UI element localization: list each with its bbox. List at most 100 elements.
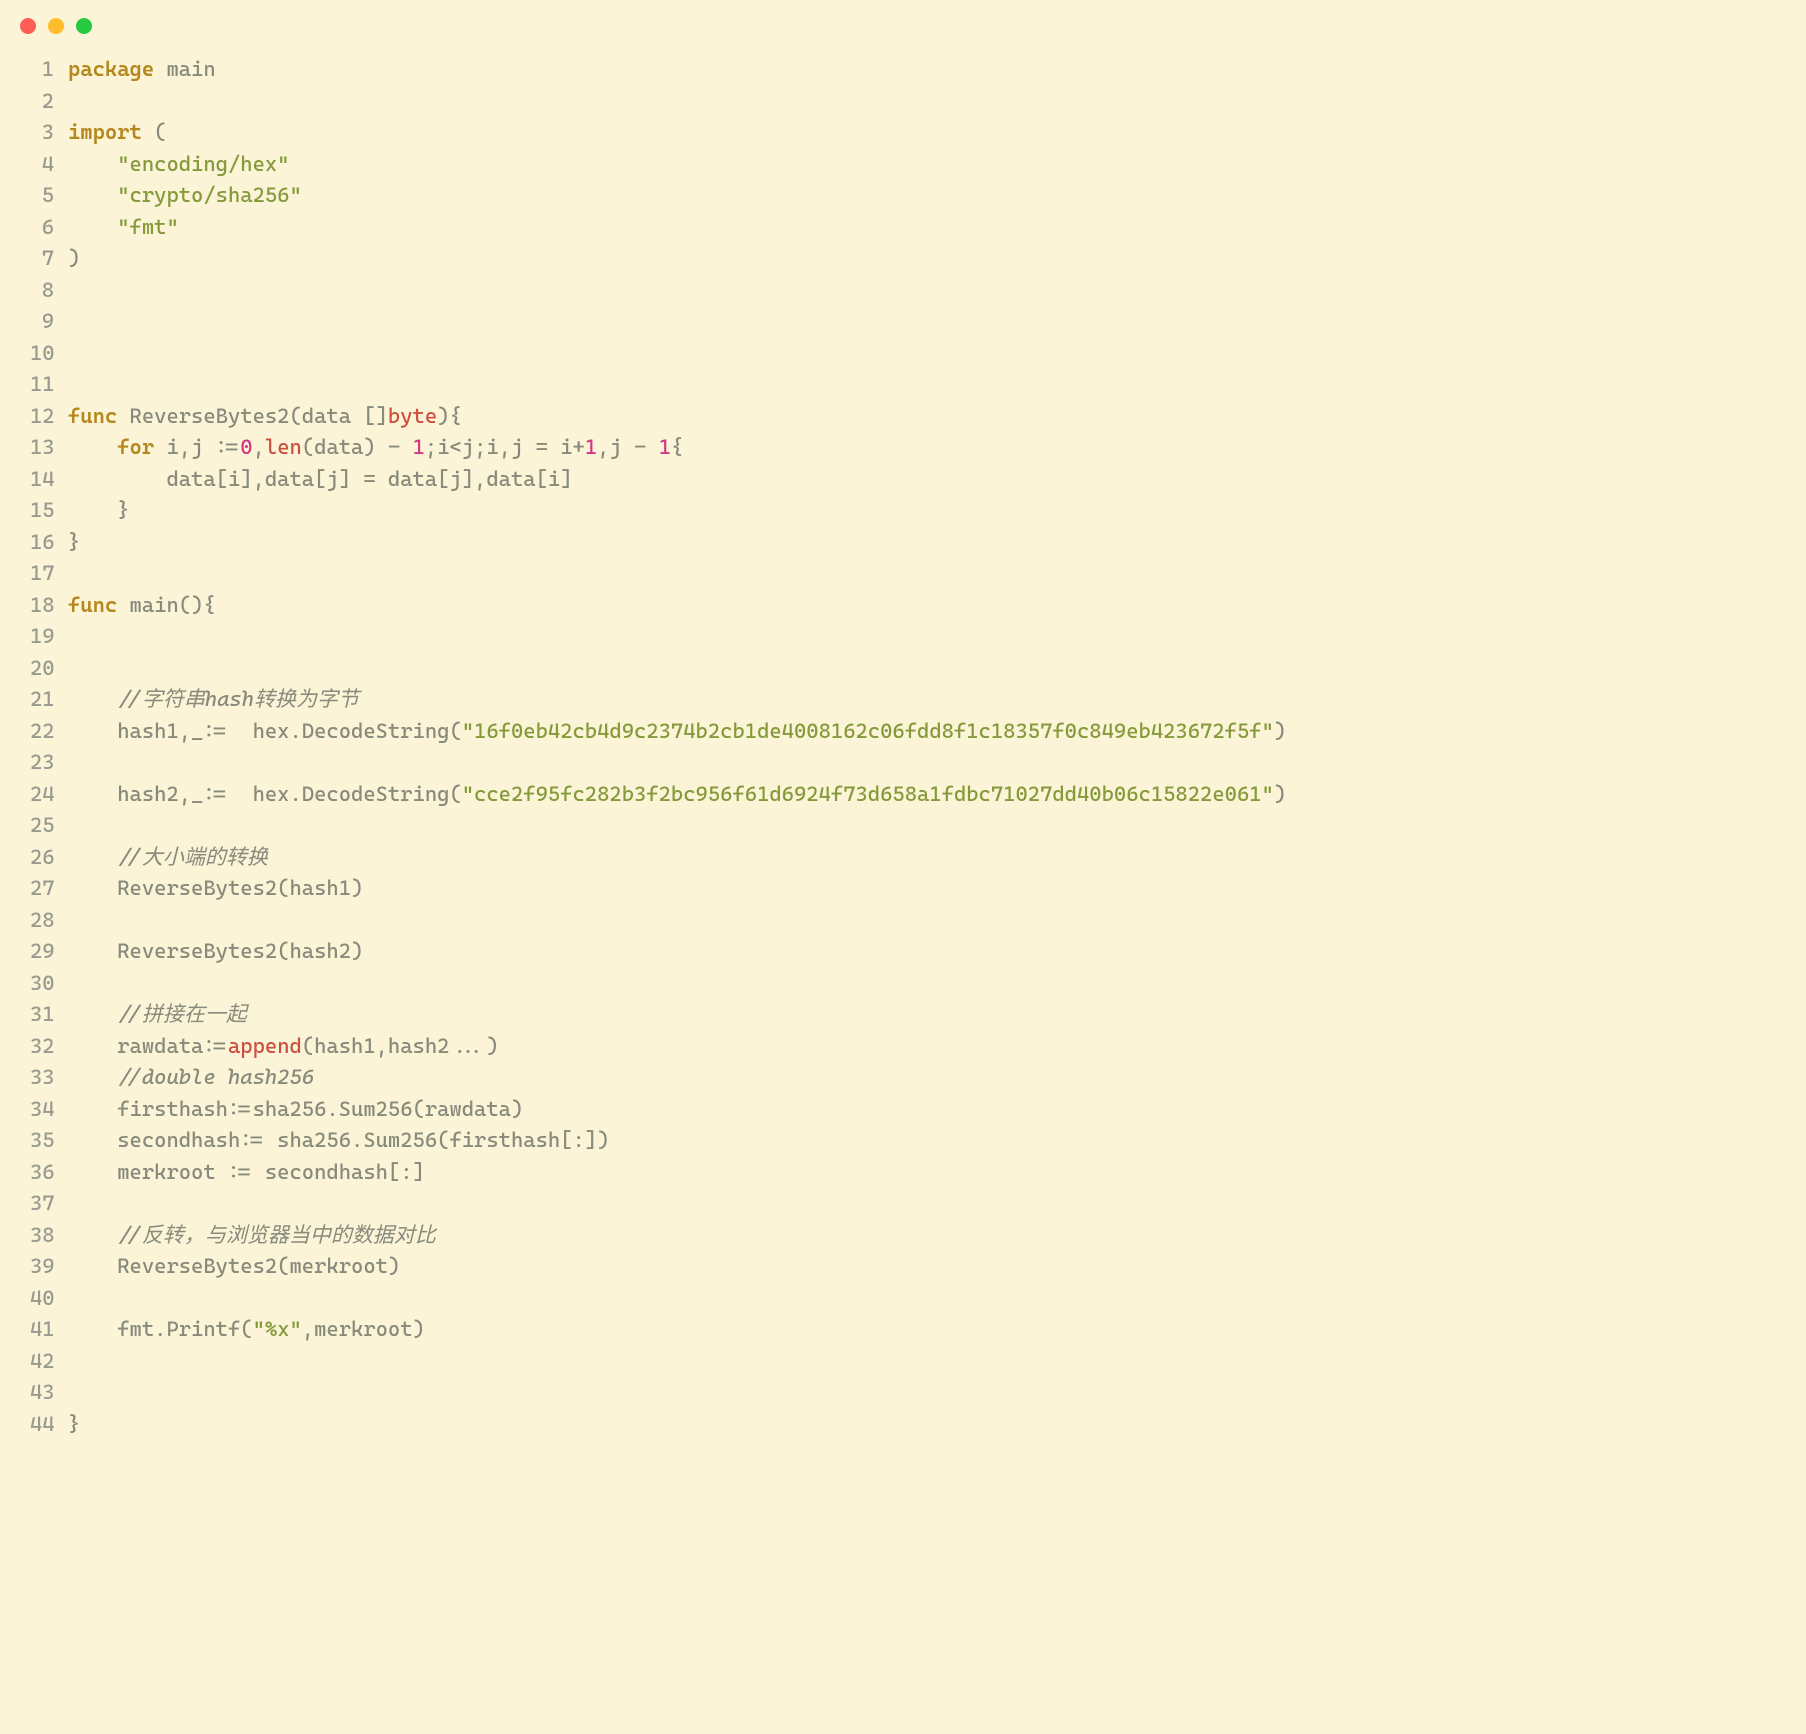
token-num: 1 <box>585 435 597 459</box>
token-ident: hash2,_:= hex.DecodeString( <box>68 782 462 806</box>
line-number: 5 <box>30 180 68 212</box>
token-punct: , <box>253 435 265 459</box>
code-content: } <box>68 1409 1776 1441</box>
token-comment: //字符串hash转换为字节 <box>117 687 359 711</box>
code-content: merkroot := secondhash[:] <box>68 1157 1776 1189</box>
code-line: 42 <box>30 1346 1776 1378</box>
close-icon[interactable] <box>20 18 36 34</box>
token-punct <box>68 845 117 869</box>
token-num: 1 <box>413 435 425 459</box>
token-kw: import <box>68 120 142 144</box>
code-content <box>68 369 1776 401</box>
code-line: 11 <box>30 369 1776 401</box>
line-number: 20 <box>30 653 68 685</box>
code-content: //字符串hash转换为字节 <box>68 684 1776 716</box>
line-number: 9 <box>30 306 68 338</box>
code-content: } <box>68 527 1776 559</box>
token-punct: ){ <box>437 404 462 428</box>
code-line: 20 <box>30 653 1776 685</box>
line-number: 24 <box>30 779 68 811</box>
code-content <box>68 558 1776 590</box>
token-ident: main <box>154 57 216 81</box>
code-content: package main <box>68 54 1776 86</box>
code-line: 30 <box>30 968 1776 1000</box>
code-line: 41 fmt.Printf("%x",merkroot) <box>30 1314 1776 1346</box>
line-number: 12 <box>30 401 68 433</box>
code-line: 36 merkroot := secondhash[:] <box>30 1157 1776 1189</box>
token-num: 0 <box>240 435 252 459</box>
line-number: 43 <box>30 1377 68 1409</box>
token-ident: ReverseBytes2(data [] <box>117 404 388 428</box>
token-kw: package <box>68 57 154 81</box>
code-content: func main(){ <box>68 590 1776 622</box>
token-ident: ,merkroot) <box>302 1317 425 1341</box>
token-ident: main(){ <box>117 593 215 617</box>
line-number: 7 <box>30 243 68 275</box>
token-ident: rawdata:= <box>68 1034 228 1058</box>
code-content: ReverseBytes2(merkroot) <box>68 1251 1776 1283</box>
code-content: ) <box>68 243 1776 275</box>
token-punct <box>68 687 117 711</box>
code-line: 25 <box>30 810 1776 842</box>
code-line: 24 hash2,_:= hex.DecodeString("cce2f95fc… <box>30 779 1776 811</box>
code-line: 21 //字符串hash转换为字节 <box>30 684 1776 716</box>
line-number: 28 <box>30 905 68 937</box>
token-ident: ReverseBytes2(merkroot) <box>68 1254 400 1278</box>
token-punct: ( <box>142 120 167 144</box>
code-line: 43 <box>30 1377 1776 1409</box>
code-content: "crypto/sha256" <box>68 180 1776 212</box>
token-ident: (data) - <box>302 435 413 459</box>
code-content: } <box>68 495 1776 527</box>
code-content <box>68 1346 1776 1378</box>
code-line: 4 "encoding/hex" <box>30 149 1776 181</box>
code-line: 34 firsthash:=sha256.Sum256(rawdata) <box>30 1094 1776 1126</box>
code-content <box>68 653 1776 685</box>
code-line: 16} <box>30 527 1776 559</box>
token-ident: hash1,_:= hex.DecodeString( <box>68 719 462 743</box>
line-number: 31 <box>30 999 68 1031</box>
code-line: 44} <box>30 1409 1776 1441</box>
line-number: 34 <box>30 1094 68 1126</box>
token-punct: } <box>68 530 80 554</box>
token-punct <box>68 1002 117 1026</box>
token-str: "16f0eb42cb4d9c2374b2cb1de4008162c06fdd8… <box>462 719 1274 743</box>
line-number: 32 <box>30 1031 68 1063</box>
window-titlebar <box>0 0 1806 44</box>
token-punct: } <box>68 498 130 522</box>
line-number: 1 <box>30 54 68 86</box>
line-number: 29 <box>30 936 68 968</box>
code-content: "fmt" <box>68 212 1776 244</box>
token-punct: ) <box>68 246 80 270</box>
token-str: "fmt" <box>117 215 179 239</box>
code-line: 38 //反转，与浏览器当中的数据对比 <box>30 1220 1776 1252</box>
code-line: 28 <box>30 905 1776 937</box>
token-builtin: len <box>265 435 302 459</box>
token-str: "cce2f95fc282b3f2bc956f61d6924f73d658a1f… <box>462 782 1274 806</box>
line-number: 22 <box>30 716 68 748</box>
code-line: 29 ReverseBytes2(hash2) <box>30 936 1776 968</box>
code-content <box>68 810 1776 842</box>
code-content: "encoding/hex" <box>68 149 1776 181</box>
line-number: 19 <box>30 621 68 653</box>
code-content: //大小端的转换 <box>68 842 1776 874</box>
code-line: 15 } <box>30 495 1776 527</box>
token-punct: } <box>68 1412 80 1436</box>
token-punct <box>68 183 117 207</box>
token-ident: data[i],data[j] = data[j],data[i] <box>68 467 573 491</box>
code-content: rawdata:=append(hash1,hash2...) <box>68 1031 1776 1063</box>
token-ident: ,j - <box>597 435 659 459</box>
code-line: 17 <box>30 558 1776 590</box>
token-punct: ) <box>1274 782 1286 806</box>
code-content <box>68 1377 1776 1409</box>
code-content <box>68 905 1776 937</box>
code-window: 1package main2 3import (4 "encoding/hex"… <box>0 0 1806 1480</box>
code-line: 14 data[i],data[j] = data[j],data[i] <box>30 464 1776 496</box>
line-number: 37 <box>30 1188 68 1220</box>
line-number: 23 <box>30 747 68 779</box>
code-content: firsthash:=sha256.Sum256(rawdata) <box>68 1094 1776 1126</box>
minimize-icon[interactable] <box>48 18 64 34</box>
code-content: data[i],data[j] = data[j],data[i] <box>68 464 1776 496</box>
maximize-icon[interactable] <box>76 18 92 34</box>
token-builtin: append <box>228 1034 302 1058</box>
line-number: 13 <box>30 432 68 464</box>
